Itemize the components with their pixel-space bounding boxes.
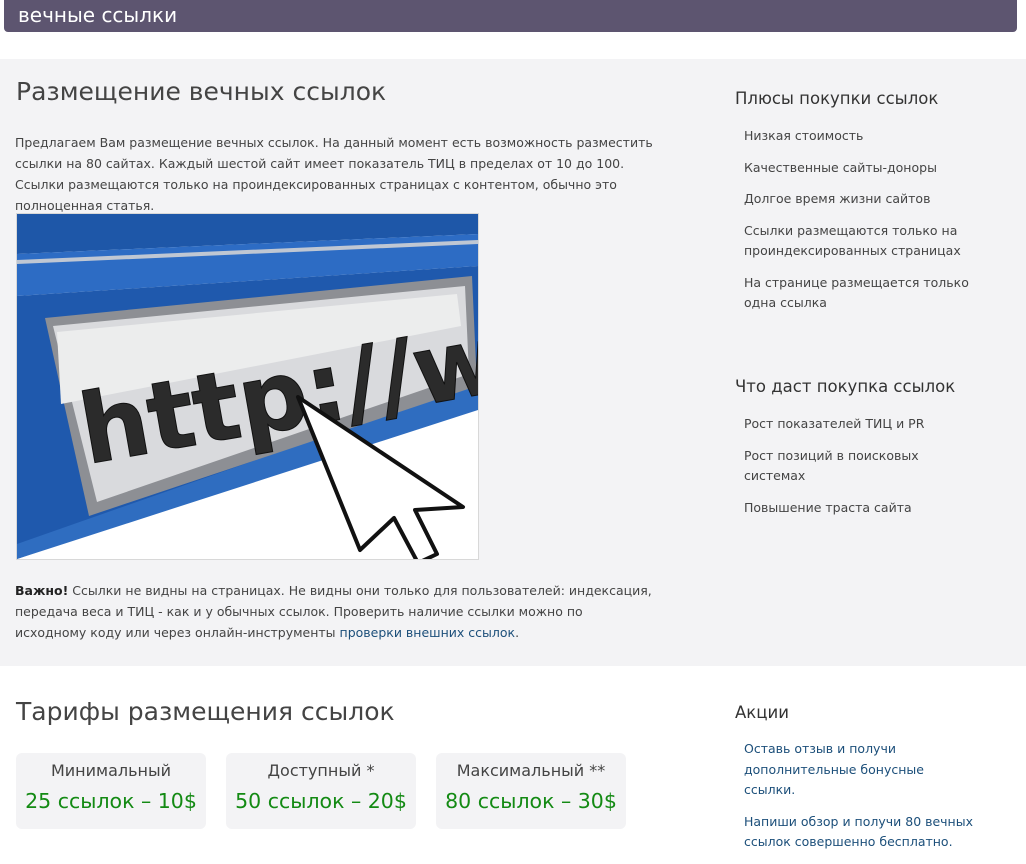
plan-name: Минимальный <box>50 761 172 780</box>
note-end: . <box>515 625 520 640</box>
promo-heading: Акции <box>735 703 789 722</box>
list-item: Повышение траста сайта <box>744 499 912 515</box>
list-item: Низкая стоимость <box>744 128 864 143</box>
plan-price: 25 ссылок – 10$ <box>25 789 197 813</box>
list-item: Рост позиций в поисковых системах <box>744 447 919 484</box>
pros-heading: Плюсы покупки ссылок <box>735 89 939 108</box>
browser-address-bar-illustration: http://www. <box>17 214 478 559</box>
note-bold: Важно! <box>15 583 69 598</box>
plan-name: Максимальный ** <box>456 761 606 780</box>
list-item: Ссылки размещаются только на проиндексир… <box>744 222 961 259</box>
tariffs-title: Тарифы размещения ссылок <box>16 697 395 726</box>
plan-card-maximal[interactable]: Максимальный ** 80 ссылок – 30$ <box>436 753 626 829</box>
top-navbar: вечные ссылки <box>4 0 1017 32</box>
brand-logo-link[interactable]: вечные ссылки <box>18 3 177 27</box>
note-text: Ссылки не видны на страницах. Не видны о… <box>15 583 652 640</box>
list-item: Рост показателей ТИЦ и PR <box>744 416 925 431</box>
gains-heading: Что даст покупка ссылок <box>735 377 956 396</box>
plan-name: Доступный * <box>267 761 375 780</box>
promo-list: Оставь отзыв и получи дополнительные бон… <box>744 739 974 864</box>
plan-price: 50 ссылок – 20$ <box>235 789 407 813</box>
plan-card-available[interactable]: Доступный * 50 ссылок – 20$ <box>226 753 416 829</box>
promo-link[interactable]: Напиши обзор и получи 80 вечных ссылок с… <box>744 812 974 853</box>
list-item: На странице размещается только одна ссыл… <box>744 274 969 311</box>
intro-paragraph: Предлагаем Вам размещение вечных ссылок.… <box>15 135 653 213</box>
promo-link[interactable]: Оставь отзыв и получи дополнительные бон… <box>744 739 974 801</box>
list-item: Качественные сайты-доноры <box>744 159 937 175</box>
list-item: Долгое время жизни сайтов <box>744 191 931 206</box>
gains-list: Рост показателей ТИЦ и PR Рост позиций в… <box>744 414 974 529</box>
plan-card-minimal[interactable]: Минимальный 25 ссылок – 10$ <box>16 753 206 829</box>
pros-list: Низкая стоимость Качественные сайты-доно… <box>744 126 974 325</box>
hero-image: http://www. <box>16 213 479 560</box>
plan-price: 80 ссылок – 30$ <box>445 789 617 813</box>
external-links-check-link[interactable]: проверки внешних ссылок <box>340 625 516 640</box>
page-title: Размещение вечных ссылок <box>16 77 387 106</box>
important-note: Важно! Ссылки не видны на страницах. Не … <box>15 580 655 643</box>
